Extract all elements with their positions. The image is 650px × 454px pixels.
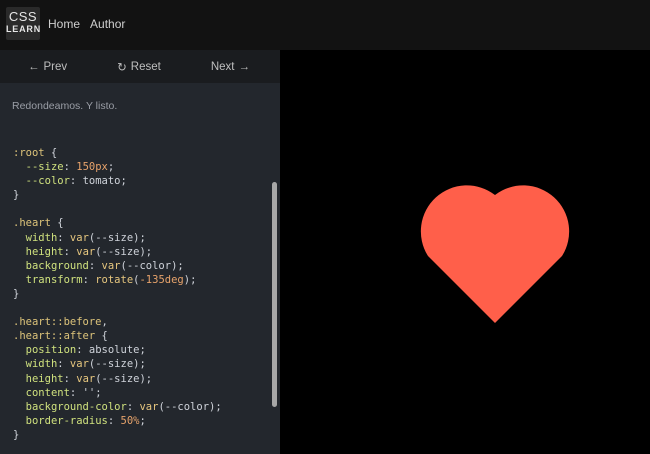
code-line: content: ''; [25,386,102,399]
code-line: border-radius: 50%; [25,414,146,427]
code-line: height: var(--size); [25,245,153,258]
heart-path [420,185,570,323]
code-line: } [13,287,20,300]
code-line: background: var(--color); [25,259,184,272]
code-line: .heart::before, [13,316,108,329]
top-bar: CSS LEARN Home Author [0,0,650,50]
prev-label: Prev [43,60,68,73]
code-line: --size: 150px; [25,161,115,174]
code-line: .heart { [13,217,64,230]
reset-icon: ↻ [117,61,127,74]
code-line: background-color: var(--color); [25,400,222,413]
code-line: .heart::after { [13,330,108,343]
code-line: } [13,189,20,202]
code-line: :root { [13,147,58,159]
next-label: Next [210,60,235,73]
step-controls: ← Prev ↻ Reset Next → [0,50,280,83]
code-line: transform: rotate(-135deg); [25,273,197,286]
next-button[interactable]: Next → [211,61,250,73]
arrow-right-icon: → [238,60,251,73]
top-nav: Home Author [48,17,125,31]
arrow-left-icon: ← [28,60,40,73]
nav-home[interactable]: Home [48,17,80,31]
code-line: height: var(--size); [25,372,153,385]
heart-shape [414,175,576,323]
step-description: Redondeamos. Y listo. [12,100,118,112]
code-line: --color: tomato; [25,175,127,188]
heart-svg [420,185,570,323]
prev-button[interactable]: ← Prev [28,61,67,73]
logo-line-2: LEARN [6,24,41,34]
logo-line-1: CSS [8,9,38,24]
code-line: width: var(--size); [25,231,146,244]
editor-panel: ← Prev ↻ Reset Next → Redondeamos. Y lis… [0,50,280,454]
logo[interactable]: CSS LEARN [6,7,40,40]
code-line: position: absolute; [25,344,146,357]
code-line: width: var(--size); [25,358,146,371]
scrollbar-thumb[interactable] [272,182,277,407]
code-line: } [13,428,20,441]
reset-label: Reset [130,60,161,73]
reset-button[interactable]: ↻ Reset [117,60,161,74]
nav-author[interactable]: Author [90,17,125,31]
code-editor[interactable]: :root { --size: 150px; --color: tomato;}… [13,146,222,442]
